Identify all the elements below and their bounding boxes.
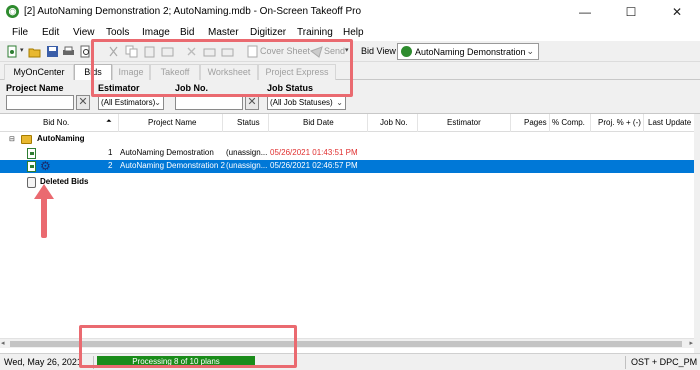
processing-gear-icon: ⚙	[40, 159, 51, 173]
column-job-no[interactable]: Job No.	[380, 118, 408, 127]
column-pages[interactable]: Pages	[524, 118, 547, 127]
title-bar: ◉ [2] AutoNaming Demonstration 2; AutoNa…	[0, 0, 700, 24]
column-project-name[interactable]: Project Name	[148, 118, 196, 127]
estimator-value: (All Estimators)	[101, 98, 156, 107]
column-bid-no[interactable]: Bid No.	[43, 118, 69, 127]
chevron-down-icon: ⌄	[154, 98, 161, 107]
bid-no-cell: 2	[108, 161, 113, 170]
open-folder-icon[interactable]	[28, 45, 41, 58]
project-name-input[interactable]	[6, 95, 74, 110]
status-cell: (unassign...	[226, 148, 268, 157]
bid-no-cell: 1	[108, 148, 113, 157]
toolbar-highlight-box	[91, 39, 353, 97]
menu-training[interactable]: Training	[297, 27, 333, 38]
annotation-arrow-icon	[34, 184, 54, 238]
bid-view-value: AutoNaming Demonstration	[415, 47, 526, 57]
folder-icon	[21, 135, 32, 144]
bid-date-cell: 05/26/2021 01:43:51 PM	[270, 148, 358, 157]
scroll-left-icon[interactable]: ◂	[1, 339, 5, 347]
column-project-percent[interactable]: Proj. % + (-)	[598, 118, 641, 127]
sort-ascending-icon[interactable]: ⏶	[106, 118, 112, 126]
bid-document-icon	[27, 161, 36, 172]
minimize-button[interactable]: —	[562, 0, 608, 24]
bid-document-icon	[27, 148, 36, 159]
tree-folder-row[interactable]: ⊟ AutoNaming	[0, 133, 694, 146]
clear-project-name-icon[interactable]: ✕	[76, 95, 90, 110]
collapse-icon[interactable]: ⊟	[9, 135, 15, 143]
column-status[interactable]: Status	[237, 118, 260, 127]
save-icon[interactable]	[46, 45, 59, 58]
new-bid-icon[interactable]	[6, 45, 19, 58]
window-title: [2] AutoNaming Demonstration 2; AutoNami…	[24, 6, 362, 17]
job-no-input[interactable]	[175, 95, 243, 110]
app-logo-icon: ◉	[6, 5, 19, 18]
project-name-label: Project Name	[6, 83, 64, 93]
bid-icon	[401, 46, 412, 57]
project-name-cell: AutoNaming Demonstration 2	[120, 161, 225, 170]
progress-highlight-box	[79, 325, 297, 368]
chevron-down-icon: ⌄	[526, 46, 534, 56]
menu-master[interactable]: Master	[208, 27, 239, 38]
menu-image[interactable]: Image	[142, 27, 170, 38]
deleted-bids-row[interactable]: Deleted Bids	[0, 176, 694, 189]
status-date: Wed, May 26, 2021	[4, 357, 82, 367]
menu-digitizer[interactable]: Digitizer	[250, 27, 286, 38]
menu-file[interactable]: File	[12, 27, 28, 38]
scroll-right-icon[interactable]: ▸	[689, 339, 693, 347]
bid-view-label: Bid View	[361, 46, 396, 56]
bid-view-select[interactable]: AutoNaming Demonstration ⌄	[397, 43, 539, 60]
column-last-update[interactable]: Last Update	[648, 118, 691, 127]
menu-tools[interactable]: Tools	[106, 27, 129, 38]
grid-header: Bid No. ⏶ Project Name Status Bid Date J…	[0, 114, 700, 132]
table-row-selected[interactable]: ⚙ 2 AutoNaming Demonstration 2 (unassign…	[0, 159, 694, 173]
print-icon[interactable]	[62, 45, 75, 58]
status-user: OST + DPC_PM	[631, 357, 698, 367]
column-estimator[interactable]: Estimator	[447, 118, 481, 127]
menu-bid[interactable]: Bid	[180, 27, 194, 38]
folder-name: AutoNaming	[37, 134, 85, 143]
job-status-select[interactable]: (All Job Statuses) ⌄	[267, 95, 346, 110]
status-cell: (unassign...	[226, 161, 268, 170]
maximize-button[interactable]: ☐	[608, 0, 654, 24]
job-status-value: (All Job Statuses)	[270, 98, 333, 107]
close-button[interactable]: ✕	[654, 0, 700, 24]
menu-view[interactable]: View	[73, 27, 95, 38]
tab-myoncenter[interactable]: MyOnCenter	[4, 64, 74, 80]
menu-help[interactable]: Help	[343, 27, 364, 38]
clear-job-no-icon[interactable]: ✕	[245, 95, 259, 110]
column-bid-date[interactable]: Bid Date	[303, 118, 334, 127]
new-dropdown-icon[interactable]: ▾	[20, 46, 24, 54]
project-name-cell: AutoNaming Demostration	[120, 148, 214, 157]
estimator-select[interactable]: (All Estimators) ⌄	[98, 95, 164, 110]
bid-date-cell: 05/26/2021 02:46:57 PM	[270, 161, 358, 170]
menu-edit[interactable]: Edit	[42, 27, 59, 38]
table-row[interactable]: 1 AutoNaming Demostration (unassign... 0…	[0, 147, 694, 160]
column-percent-complete[interactable]: % Comp.	[552, 118, 585, 127]
vertical-scrollbar[interactable]	[694, 114, 700, 353]
chevron-down-icon: ⌄	[336, 98, 343, 107]
